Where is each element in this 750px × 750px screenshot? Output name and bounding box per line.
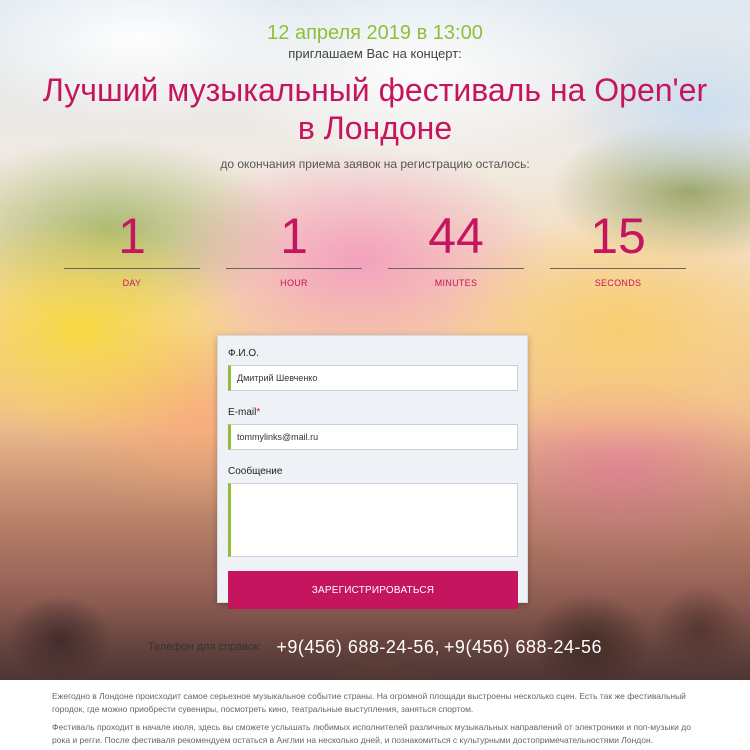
required-marker: * xyxy=(256,407,261,418)
countdown-label: SECONDS xyxy=(594,278,642,288)
countdown-minutes: 44 MINUTES xyxy=(388,208,524,288)
countdown-value: 44 xyxy=(428,208,484,264)
event-header: 12 апреля 2019 в 13:00 приглашаем Вас на… xyxy=(0,22,750,171)
name-field[interactable] xyxy=(228,365,518,391)
countdown-label: DAY xyxy=(122,278,142,288)
phone-separator: , xyxy=(434,637,440,657)
countdown-seconds: 15 SECONDS xyxy=(550,208,686,288)
divider xyxy=(226,268,362,269)
email-label-text: E-mail xyxy=(228,407,257,418)
page-title: Лучший музыкальный фестиваль на Open'er … xyxy=(0,71,750,147)
phone-link-2[interactable]: +9(456) 688-24-56 xyxy=(444,637,602,657)
divider xyxy=(550,268,686,269)
message-field[interactable] xyxy=(228,483,518,557)
register-button[interactable]: ЗАРЕГИСТРИРОВАТЬСЯ xyxy=(228,571,518,609)
festival-description: Ежегодно в Лондоне происходит самое серь… xyxy=(0,680,750,750)
countdown-value: 15 xyxy=(590,208,646,264)
countdown-days: 1 DAY xyxy=(64,208,200,288)
title-line-2: в Лондоне xyxy=(297,110,453,146)
countdown-caption: до окончания приема заявок на регистраци… xyxy=(220,157,530,171)
title-line-1: Лучший музыкальный фестиваль на Open'er xyxy=(42,72,708,108)
phone-label: Телефон для справок: xyxy=(147,641,262,653)
message-label: Сообщение xyxy=(228,466,283,477)
countdown-label: HOUR xyxy=(280,278,308,288)
email-field[interactable] xyxy=(228,424,518,450)
event-date: 12 апреля 2019 в 13:00 xyxy=(267,22,483,44)
divider xyxy=(64,268,200,269)
countdown-timer: 1 DAY 1 HOUR 44 MINUTES 15 SECONDS xyxy=(64,208,686,288)
countdown-hours: 1 HOUR xyxy=(226,208,362,288)
description-paragraph-1: Ежегодно в Лондоне происходит самое серь… xyxy=(52,691,686,714)
countdown-label: MINUTES xyxy=(434,278,478,288)
contact-phones: Телефон для справок: +9(456) 688-24-56, … xyxy=(0,637,750,658)
email-label: E-mail* xyxy=(228,407,517,418)
countdown-value: 1 xyxy=(280,208,308,264)
invite-text: приглашаем Вас на концерт: xyxy=(288,46,462,61)
phone-link-1[interactable]: +9(456) 688-24-56 xyxy=(276,637,434,657)
countdown-value: 1 xyxy=(118,208,146,264)
name-label: Ф.И.О. xyxy=(228,348,259,359)
registration-form: Ф.И.О. E-mail* Сообщение ЗАРЕГИСТРИРОВАТ… xyxy=(217,335,528,609)
description-paragraph-2: Фестиваль проходит в начале июля, здесь … xyxy=(52,722,691,745)
divider xyxy=(388,268,524,269)
